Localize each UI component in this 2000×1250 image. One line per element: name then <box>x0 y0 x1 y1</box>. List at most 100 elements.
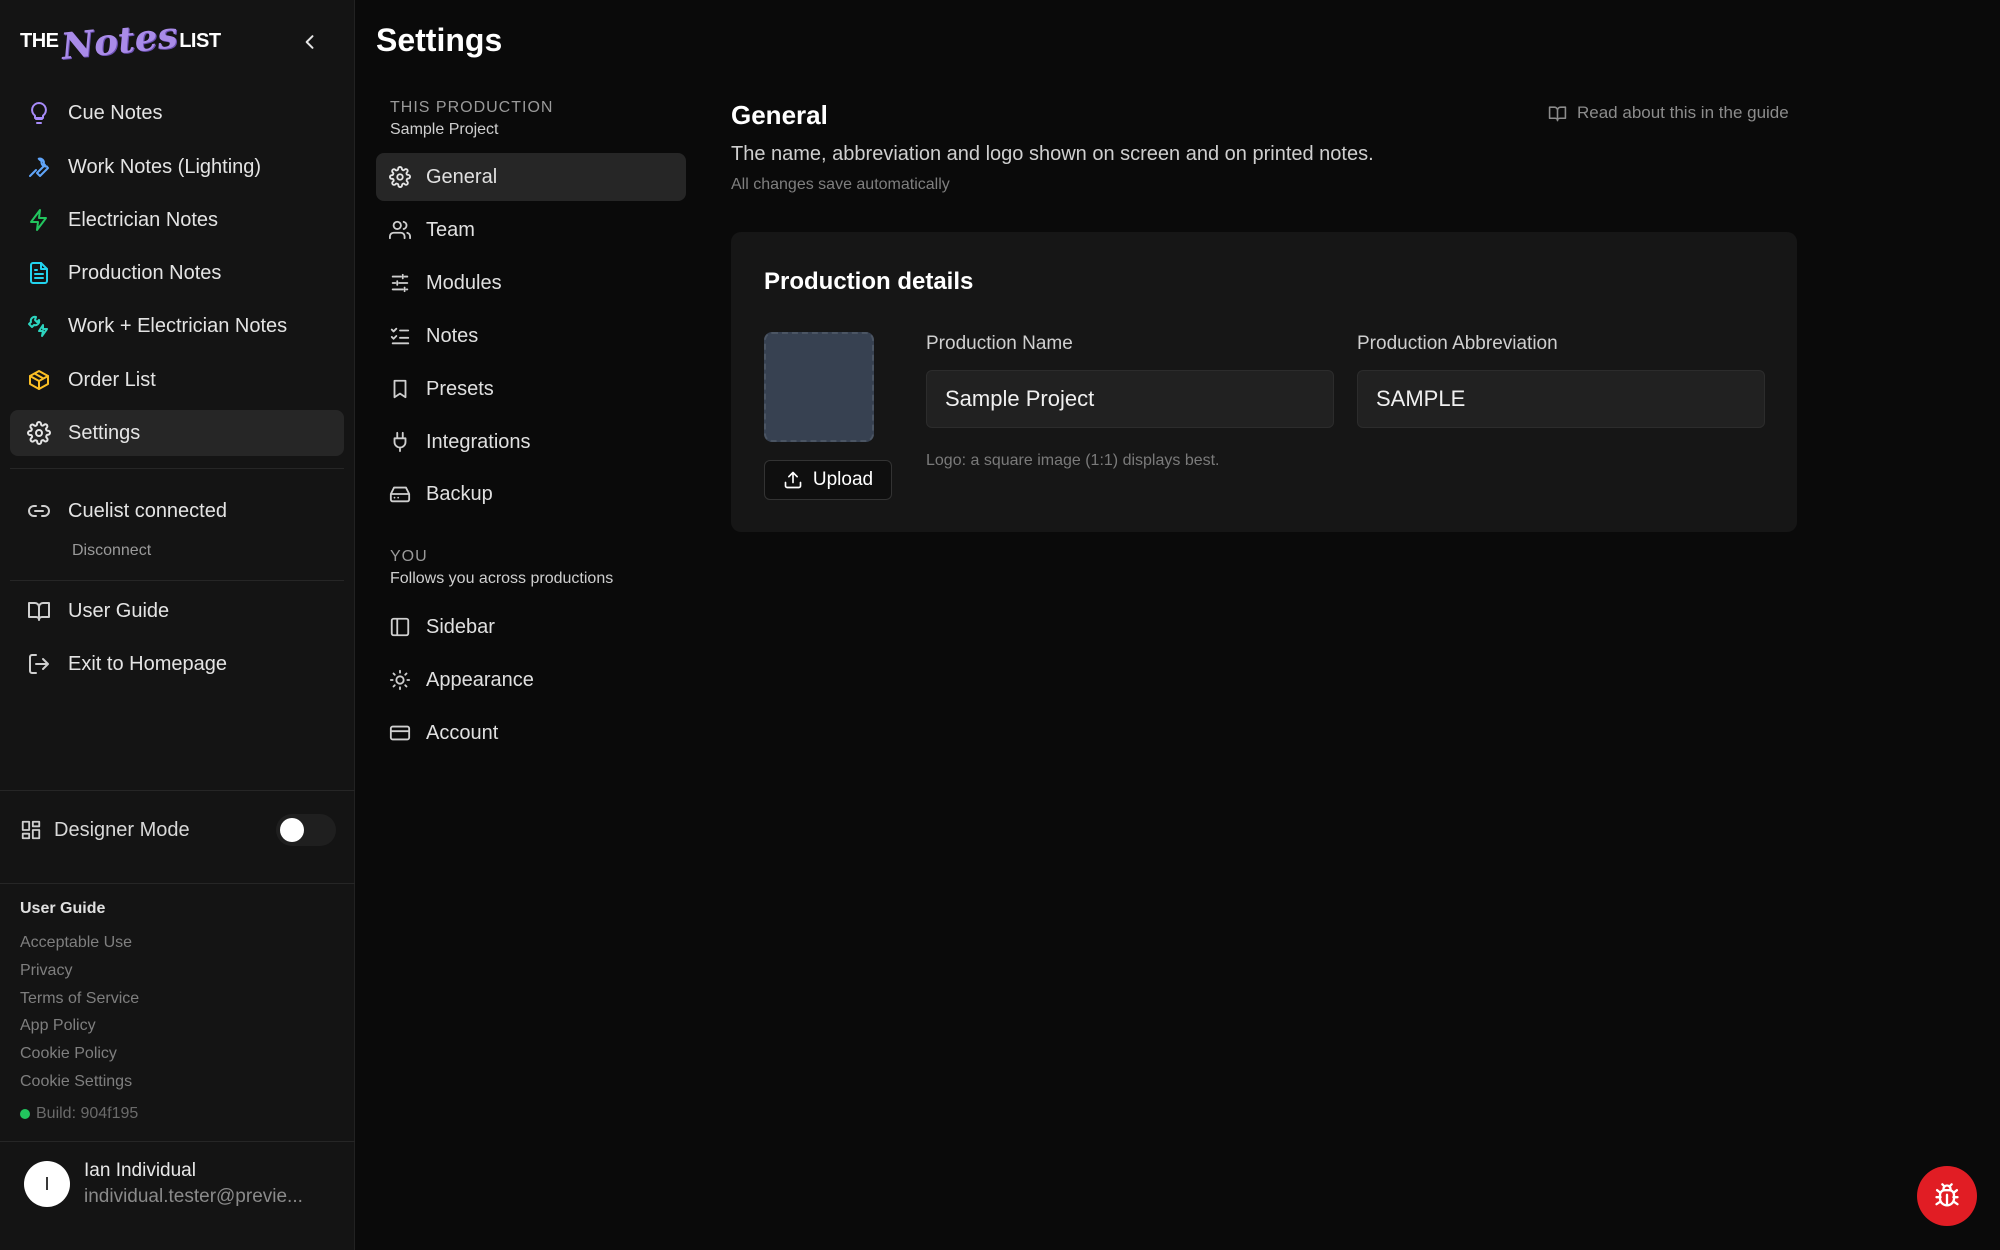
nav-settings[interactable]: Settings <box>10 410 344 456</box>
nav-work-notes[interactable]: Work Notes (Lighting) <box>10 144 344 190</box>
report-bug-button[interactable] <box>1917 1166 1977 1226</box>
status-dot <box>20 1109 30 1119</box>
user-name: Ian Individual <box>84 1160 196 1181</box>
build-label: Build: 904f195 <box>36 1105 139 1122</box>
production-abbreviation-input[interactable] <box>1357 370 1765 428</box>
page-title: Settings <box>376 22 503 58</box>
app-sidebar: THE Notes LIST Cue Notes Work Notes (Lig… <box>0 0 355 1250</box>
settings-tab-label: Modules <box>426 271 502 294</box>
section-description: The name, abbreviation and logo shown on… <box>731 143 1374 165</box>
designer-mode-label: Designer Mode <box>54 818 190 841</box>
document-icon <box>26 260 52 286</box>
guide-link-label: Read about this in the guide <box>1577 103 1789 122</box>
nav-exit-homepage[interactable]: Exit to Homepage <box>10 641 344 687</box>
settings-tab-presets[interactable]: Presets <box>376 365 686 413</box>
sidebar-divider <box>10 580 344 581</box>
gear-icon <box>388 165 412 189</box>
settings-tab-general[interactable]: General <box>376 153 686 201</box>
footer-link-cookie-settings[interactable]: Cookie Settings <box>20 1073 132 1091</box>
nav-label: Order List <box>68 368 156 391</box>
settings-tab-backup[interactable]: Backup <box>376 470 686 518</box>
link-icon <box>26 498 52 524</box>
nav-label: Work + Electrician Notes <box>68 314 288 337</box>
bolt-icon <box>26 207 52 233</box>
collapse-sidebar-button[interactable] <box>296 28 324 56</box>
package-icon <box>26 367 52 393</box>
settings-tab-notes[interactable]: Notes <box>376 312 686 360</box>
sidebar-divider <box>10 468 344 469</box>
nav-label: Work Notes (Lighting) <box>68 155 262 178</box>
wrench-icon <box>26 154 52 180</box>
plug-icon <box>388 430 412 454</box>
designer-mode-row: Designer Mode <box>20 812 336 848</box>
section-subtitle-production: Sample Project <box>390 121 499 138</box>
logo-placeholder[interactable] <box>764 332 874 442</box>
logo-hint: Logo: a square image (1:1) displays best… <box>926 452 1220 469</box>
footer-link-acceptable-use[interactable]: Acceptable Use <box>20 934 132 952</box>
bookmark-icon <box>388 377 412 401</box>
nav-user-guide[interactable]: User Guide <box>10 588 344 634</box>
settings-tab-sidebar[interactable]: Sidebar <box>376 603 686 651</box>
settings-tab-label: Notes <box>426 324 479 347</box>
sidebar-icon <box>388 615 412 639</box>
avatar: I <box>24 1161 70 1207</box>
wrench-bolt-icon <box>26 313 52 339</box>
users-icon <box>388 218 412 242</box>
designer-mode-toggle[interactable] <box>276 814 336 846</box>
section-subtitle-you: Follows you across productions <box>390 570 614 587</box>
logo-list: LIST <box>179 29 221 52</box>
nav-label: Cue Notes <box>68 101 163 124</box>
settings-tab-integrations[interactable]: Integrations <box>376 418 686 466</box>
cuelist-label: Cuelist connected <box>68 499 227 522</box>
nav-label: Electrician Notes <box>68 208 219 231</box>
settings-tab-appearance[interactable]: Appearance <box>376 656 686 704</box>
settings-tab-label: Presets <box>426 377 494 400</box>
nav-label: Exit to Homepage <box>68 652 227 675</box>
credit-card-icon <box>388 721 412 745</box>
nav-production-notes[interactable]: Production Notes <box>10 250 344 296</box>
nav-work-electrician-notes[interactable]: Work + Electrician Notes <box>10 303 344 349</box>
checklist-icon <box>388 324 412 348</box>
drive-icon <box>388 482 412 506</box>
nav-electrician-notes[interactable]: Electrician Notes <box>10 197 344 243</box>
user-email: individual.tester@previe... <box>84 1186 303 1207</box>
chevron-left-icon <box>305 35 314 49</box>
settings-tab-label: Account <box>426 721 499 744</box>
logo-the: THE <box>20 29 59 52</box>
sliders-icon <box>388 271 412 295</box>
sidebar-divider <box>0 790 355 791</box>
nav-order-list[interactable]: Order List <box>10 357 344 403</box>
disconnect-link[interactable]: Disconnect <box>72 542 151 560</box>
guide-link[interactable]: Read about this in the guide <box>1548 103 1789 123</box>
footer-link-terms[interactable]: Terms of Service <box>20 990 139 1008</box>
build-status: Build: 904f195 <box>20 1105 138 1123</box>
production-abbreviation-label: Production Abbreviation <box>1357 333 1558 354</box>
lightbulb-icon <box>26 100 52 126</box>
upload-button[interactable]: Upload <box>764 460 892 500</box>
app-logo[interactable]: THE Notes LIST <box>20 14 221 68</box>
settings-tab-modules[interactable]: Modules <box>376 259 686 307</box>
autosave-note: All changes save automatically <box>731 176 950 193</box>
gear-icon <box>26 420 52 446</box>
settings-tab-account[interactable]: Account <box>376 709 686 757</box>
cuelist-status: Cuelist connected <box>10 488 344 534</box>
upload-label: Upload <box>812 469 874 490</box>
footer-link-cookie-policy[interactable]: Cookie Policy <box>20 1045 117 1063</box>
sidebar-divider <box>0 1141 355 1142</box>
production-details-card: Production details Upload Production Nam… <box>731 232 1797 532</box>
footer-link-app-policy[interactable]: App Policy <box>20 1017 96 1035</box>
settings-tab-label: Integrations <box>426 430 531 453</box>
footer-title: User Guide <box>20 900 106 917</box>
settings-tab-label: Appearance <box>426 668 534 691</box>
production-name-input[interactable] <box>926 370 1334 428</box>
settings-tab-team[interactable]: Team <box>376 206 686 254</box>
nav-cue-notes[interactable]: Cue Notes <box>10 90 344 136</box>
logo-notes: Notes <box>58 14 180 68</box>
section-title: General <box>731 100 828 130</box>
user-profile[interactable]: I Ian Individual individual.tester@previ… <box>24 1160 303 1208</box>
production-name-label: Production Name <box>926 333 1073 354</box>
footer-link-privacy[interactable]: Privacy <box>20 962 72 980</box>
settings-tab-label: General <box>426 165 498 188</box>
nav-label: Production Notes <box>68 261 222 284</box>
card-title: Production details <box>764 268 974 295</box>
